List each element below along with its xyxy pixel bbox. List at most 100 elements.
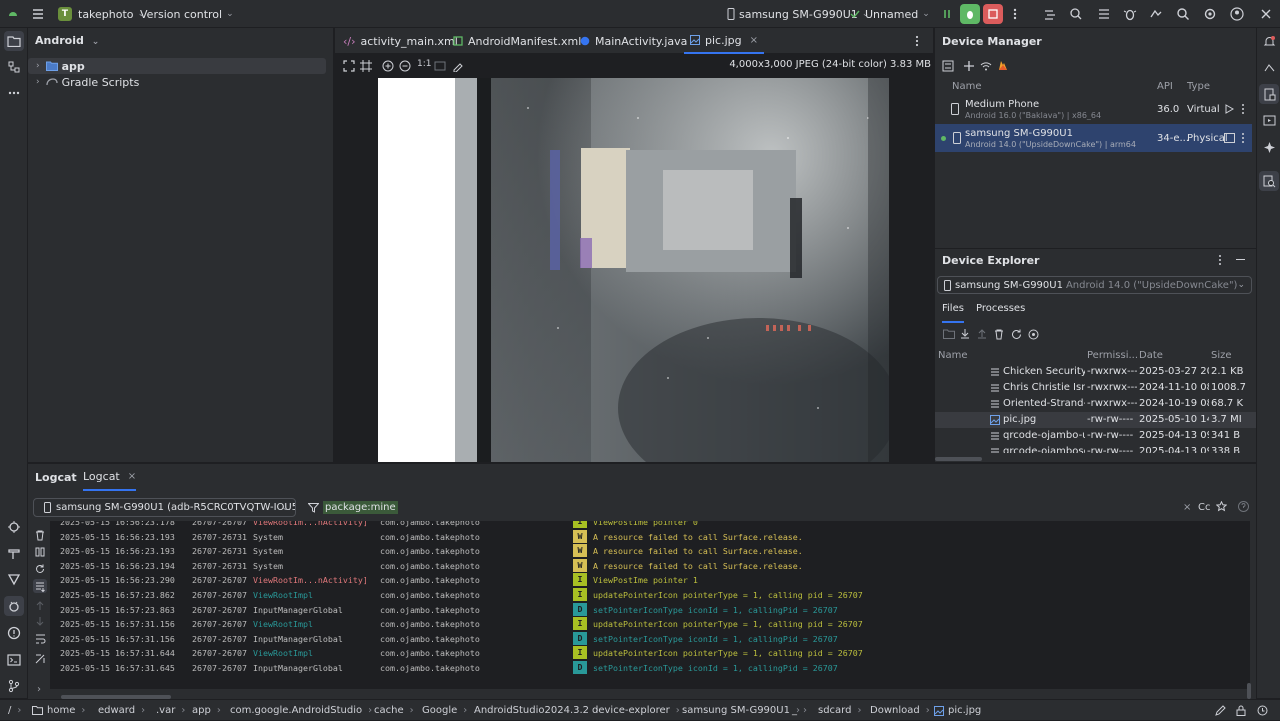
problems-icon[interactable]: [4, 623, 24, 643]
column-header-name[interactable]: Name: [938, 350, 968, 361]
tab-activity-main[interactable]: ‹/› activity_main.xml: [343, 28, 458, 54]
pause-icon[interactable]: [35, 547, 45, 557]
log-row[interactable]: 2025-05-15 16:57:31.156 26707-26707 InputM…: [50, 631, 1250, 647]
build-variants-icon[interactable]: [1094, 4, 1114, 24]
run-config-selector[interactable]: Unnamed ⌄: [849, 0, 930, 28]
log-row[interactable]: 2025-05-15 16:56:23.290 26707-26707 ViewRo…: [50, 573, 1250, 588]
logcat-device-selector[interactable]: samsung SM-G990U1 (adb-R5CRC0TVQTW-IOU53…: [33, 498, 296, 517]
match-case-button[interactable]: Cc: [1198, 502, 1210, 513]
close-tab-icon[interactable]: ×: [128, 471, 136, 482]
gemini-icon[interactable]: [1259, 58, 1279, 78]
tree-node-app[interactable]: › app: [28, 58, 326, 74]
tab-android-manifest[interactable]: AndroidManifest.xml: [453, 28, 581, 54]
next-occurrence-icon[interactable]: [35, 616, 45, 626]
background-toggle-icon[interactable]: [434, 60, 446, 72]
fit-zoom-icon[interactable]: [343, 60, 355, 72]
breadcrumb-item[interactable]: edward ›: [98, 700, 145, 721]
build-tool-icon[interactable]: [4, 543, 24, 563]
image-preview[interactable]: [378, 78, 889, 462]
app-quality-icon[interactable]: [4, 517, 24, 537]
breadcrumb-item[interactable]: .var ›: [156, 700, 185, 721]
log-row[interactable]: 2025-05-15 16:57:31.644 26707-26707 ViewRo…: [50, 646, 1250, 661]
close-window-icon[interactable]: [1256, 4, 1276, 24]
mirror-device-icon[interactable]: [1224, 133, 1235, 143]
more-actions-icon[interactable]: [1005, 4, 1025, 24]
lock-icon[interactable]: [1236, 705, 1246, 716]
start-device-icon[interactable]: [1224, 104, 1234, 114]
column-header-size[interactable]: Size: [1211, 350, 1232, 361]
log-row[interactable]: 2025-05-15 16:57:31.645 26707-26707 InputM…: [50, 661, 1250, 676]
notifications-icon[interactable]: [1259, 31, 1279, 51]
horizontal-scrollbar[interactable]: [935, 457, 982, 461]
logcat-tab[interactable]: Logcat ×: [83, 464, 137, 491]
soft-wrap-icon[interactable]: [35, 634, 46, 644]
column-header-name[interactable]: Name: [952, 81, 982, 92]
project-view-selector[interactable]: Android ⌄: [35, 34, 99, 47]
breadcrumb-item[interactable]: sdcard ›: [818, 700, 861, 721]
grid-icon[interactable]: [360, 60, 372, 72]
device-selector[interactable]: samsung SM-G990U1 ⌄: [727, 0, 869, 28]
sparkle-icon[interactable]: [1259, 137, 1279, 157]
file-row[interactable]: Oriented-Strand-Bc-rwxrwx---2024-10-19 0…: [935, 396, 1256, 412]
edit-icon[interactable]: [1215, 705, 1226, 716]
add-device-icon[interactable]: [963, 60, 975, 72]
log-row[interactable]: 2025-05-15 16:57:23.862 26707-26707 ViewRo…: [50, 588, 1250, 603]
device-more-icon[interactable]: [1241, 103, 1245, 115]
file-row[interactable]: Chicken Security C-rwxrwx---2025-03-27 2…: [935, 364, 1256, 380]
terminal-icon[interactable]: [4, 650, 24, 670]
download-icon[interactable]: [960, 329, 970, 339]
sdk-manager-icon[interactable]: [1040, 4, 1060, 24]
version-control-icon[interactable]: [4, 676, 24, 696]
log-row[interactable]: 2025-05-15 16:57:23.863 26707-26707 InputM…: [50, 602, 1250, 618]
tab-main-activity[interactable]: MainActivity.java: [580, 28, 687, 54]
breadcrumb-item[interactable]: / ›: [8, 700, 21, 721]
actual-size-button[interactable]: 1:1: [417, 59, 431, 69]
logcat-tool-icon[interactable]: [4, 596, 24, 616]
running-devices-icon[interactable]: [1259, 110, 1279, 130]
device-list-view-icon[interactable]: [942, 60, 954, 72]
help-icon[interactable]: [1238, 501, 1249, 512]
new-folder-icon[interactable]: [943, 329, 955, 339]
vcs-selector[interactable]: Version control ⌄: [140, 0, 234, 28]
device-row-selected[interactable]: samsung SM-G990U1 Android 14.0 ("UpsideD…: [935, 124, 1252, 152]
project-selector[interactable]: T takephoto ⌄: [58, 0, 145, 28]
file-row[interactable]: pic.jpg -rw-rw---- 2025-05-10 14:53.7 MI: [935, 412, 1256, 428]
breadcrumb-item[interactable]: device-explorer ›: [592, 700, 680, 721]
minimize-panel-icon[interactable]: [1236, 259, 1245, 261]
structure-tool-icon[interactable]: [4, 57, 24, 77]
screenshot-icon[interactable]: [35, 654, 45, 664]
tree-node-gradle-scripts[interactable]: › Gradle Scripts: [28, 74, 326, 90]
clear-logcat-icon[interactable]: [35, 530, 45, 541]
logcat-output[interactable]: 2025-05-15 16:56:23.178 26707-26707 ViewRo…: [50, 521, 1250, 689]
log-row[interactable]: 2025-05-15 16:56:23.194 26707-26731 System…: [50, 558, 1250, 574]
expand-toolbar-icon[interactable]: ›: [37, 684, 41, 695]
logcat-filter-field[interactable]: package:mine: [300, 498, 1200, 517]
tab-processes[interactable]: Processes: [976, 303, 1025, 314]
device-more-icon[interactable]: [1241, 132, 1245, 144]
debug-button[interactable]: [960, 4, 980, 24]
favorite-filter-icon[interactable]: [1216, 501, 1227, 512]
project-tool-icon[interactable]: [4, 31, 24, 51]
column-header-type[interactable]: Type: [1187, 81, 1210, 92]
clear-filter-icon[interactable]: ×: [1183, 502, 1191, 513]
log-row[interactable]: 2025-05-15 16:56:23.193 26707-26731 System…: [50, 544, 1250, 559]
color-picker-icon[interactable]: [452, 60, 464, 72]
apply-changes-icon[interactable]: [938, 4, 958, 24]
restart-icon[interactable]: [35, 564, 45, 574]
column-header-api[interactable]: API: [1157, 81, 1173, 92]
tab-pic-jpg[interactable]: pic.jpg ×: [684, 28, 764, 54]
tabs-menu-icon[interactable]: [915, 35, 919, 47]
breadcrumb-item[interactable]: cache ›: [374, 700, 414, 721]
column-header-date[interactable]: Date: [1139, 350, 1163, 361]
app-inspection-icon[interactable]: [4, 569, 24, 589]
more-tools-icon[interactable]: [4, 83, 24, 103]
log-row[interactable]: 2025-05-15 16:56:23.178 26707-26707 ViewRo…: [50, 521, 1250, 530]
file-row[interactable]: qrcode-ojambo-url-rw-rw---- 2025-04-13 09…: [935, 428, 1256, 444]
breadcrumb-item[interactable]: Download ›: [870, 700, 930, 721]
previous-occurrence-icon[interactable]: [35, 601, 45, 611]
file-row[interactable]: qrcode-ojamboserv-rw-rw---- 2025-04-13 09…: [935, 444, 1256, 453]
log-row[interactable]: 2025-05-15 16:57:31.156 26707-26707 ViewRo…: [50, 617, 1250, 632]
search-icon[interactable]: [1173, 4, 1193, 24]
scroll-to-end-icon[interactable]: [33, 579, 47, 593]
breadcrumb-item[interactable]: _ ›: [792, 700, 807, 721]
